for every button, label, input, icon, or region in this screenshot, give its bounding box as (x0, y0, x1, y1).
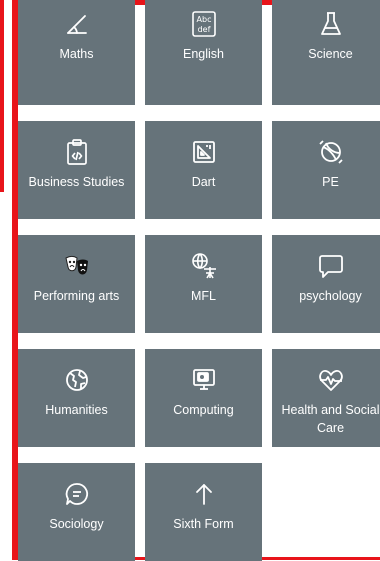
heartbeat-icon (314, 365, 348, 395)
angle-icon (60, 9, 94, 39)
subject-label: PE (322, 175, 339, 189)
subject-tile-computing[interactable]: Computing (145, 349, 262, 447)
design-ruler-icon (187, 137, 221, 167)
subject-tile-science[interactable]: Science (272, 0, 380, 105)
subject-label: psychology (299, 289, 362, 303)
subject-label: Science (308, 47, 353, 61)
abc-def-icon: Abc def (187, 9, 221, 39)
subject-label: Sixth Form (173, 517, 234, 531)
theatre-masks-icon (60, 251, 94, 281)
subject-label: Performing arts (33, 289, 120, 303)
subject-tile-english[interactable]: Abc def English (145, 0, 262, 105)
subject-label: Sociology (49, 517, 104, 531)
svg-text:Abc: Abc (196, 15, 211, 24)
chat-icon (60, 479, 94, 509)
subjects-grid: Maths Abc def English Science Business S (18, 0, 380, 561)
subject-tile-business-studies[interactable]: Business Studies (18, 121, 135, 219)
subject-tile-health-and-social-care[interactable]: Health and Social Care (272, 349, 380, 447)
ball-icon (314, 137, 348, 167)
flask-icon (314, 9, 348, 39)
subject-label: Computing (173, 403, 234, 417)
subject-tile-pe[interactable]: PE (272, 121, 380, 219)
subject-label: MFL (191, 289, 216, 303)
left-accent-bar (0, 0, 4, 192)
globe-translate-icon (187, 251, 221, 281)
subject-label: Maths (59, 47, 94, 61)
monitor-camera-icon (187, 365, 221, 395)
subject-tile-psychology[interactable]: psychology (272, 235, 380, 333)
subject-tile-sixth-form[interactable]: Sixth Form (145, 463, 262, 561)
subject-label: English (183, 47, 224, 61)
subject-label: Health and Social Care (281, 403, 380, 435)
subject-label: Business Studies (28, 175, 125, 189)
subject-tile-maths[interactable]: Maths (18, 0, 135, 105)
svg-text:def: def (197, 25, 210, 34)
arrow-up-icon (187, 479, 221, 509)
subject-tile-humanities[interactable]: Humanities (18, 349, 135, 447)
subject-label: Dart (191, 175, 216, 189)
subject-label: Humanities (45, 403, 108, 417)
globe-icon (60, 365, 94, 395)
speech-bubble-icon (314, 251, 348, 281)
subject-tile-sociology[interactable]: Sociology (18, 463, 135, 561)
clipboard-code-icon (60, 137, 94, 167)
subject-tile-mfl[interactable]: MFL (145, 235, 262, 333)
subject-tile-dart[interactable]: Dart (145, 121, 262, 219)
subject-tile-performing-arts[interactable]: Performing arts (18, 235, 135, 333)
